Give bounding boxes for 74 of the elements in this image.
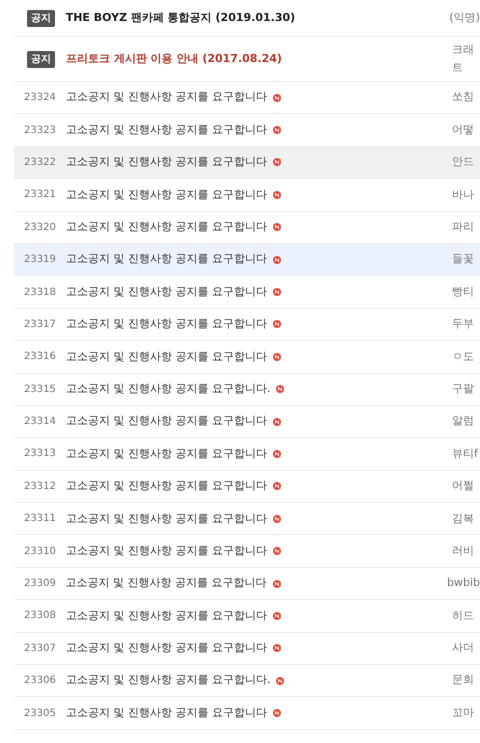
author-name: 어쩔 <box>452 478 474 494</box>
post-number: 23314 <box>23 415 57 430</box>
post-row[interactable]: 23320 고소공지 및 진행사항 공지를 요구합니다 파리 <box>14 212 480 244</box>
post-row[interactable]: 23312 고소공지 및 진행사항 공지를 요구합니다 어쩔 <box>14 470 480 504</box>
post-row[interactable]: 23307 고소공지 및 진행사항 공지를 요구합니다 사더 <box>14 632 480 666</box>
author-name: 구팔 <box>452 380 474 397</box>
post-title[interactable]: 고소공지 및 진행사항 공지를 요구합니다. <box>66 380 270 398</box>
author-name: 러비 <box>452 542 474 559</box>
post-title[interactable]: 고소공지 및 진행사항 공지를 요구합니다 <box>66 219 267 236</box>
post-title[interactable]: 고소공지 및 진행사항 공지를 요구합니다 <box>66 413 267 430</box>
post-number: 23323 <box>23 124 57 138</box>
author-name: 뷰티f <box>452 446 478 462</box>
post-number: 23315 <box>23 382 57 397</box>
post-row[interactable]: 23315 고소공지 및 진행사항 공지를 요구합니다. 구팔 <box>14 374 480 406</box>
author-name: 빵티 <box>452 284 474 300</box>
post-number: 23322 <box>23 156 57 170</box>
post-title[interactable]: 고소공지 및 진행사항 공지를 요구합니다. <box>66 672 270 689</box>
post-number: 23310 <box>23 544 57 559</box>
post-number: 23307 <box>23 642 57 656</box>
post-title[interactable]: 고소공지 및 진행사항 공지를 요구합니다 <box>66 608 267 624</box>
post-number: 23318 <box>23 286 57 300</box>
post-number: 23308 <box>23 609 57 624</box>
author-name: 파리 <box>452 219 474 235</box>
author-name: 알럼 <box>452 413 474 430</box>
post-title[interactable]: 고소공지 및 진행사항 공지를 요구합니다 <box>66 251 267 268</box>
notice-badge: 공지 <box>27 50 55 68</box>
author-name: 들꽃 <box>452 251 474 268</box>
post-number: 23313 <box>23 447 57 462</box>
author-name: 문희 <box>452 672 474 688</box>
author-name: 안드 <box>452 154 474 170</box>
author-name: 쏘침 <box>452 89 474 106</box>
author-name: 어떻 <box>452 122 474 138</box>
post-title[interactable]: 고소공지 및 진행사항 공지를 요구합니다 <box>66 89 267 106</box>
author-name: 바나 <box>452 186 474 203</box>
author-name: 두부 <box>452 316 474 332</box>
post-number: 23317 <box>23 318 57 332</box>
author-name: (익명) <box>449 10 480 26</box>
post-title[interactable]: 고소공지 및 진행사항 공지를 요구합니다 <box>66 478 267 495</box>
post-title[interactable]: 고소공지 및 진행사항 공지를 요구합니다 <box>66 704 267 722</box>
author-name: bwbib <box>447 575 480 592</box>
author-name: 히드 <box>452 608 474 624</box>
post-title[interactable]: 고소공지 및 진행사항 공지를 요구합니다 <box>66 575 267 592</box>
post-title[interactable]: 고소공지 및 진행사항 공지를 요구합니다 <box>66 186 267 204</box>
post-number: 23321 <box>23 188 57 202</box>
author-name: 김복 <box>452 510 474 527</box>
post-title[interactable]: 고소공지 및 진행사항 공지를 요구합니다 <box>66 122 267 138</box>
post-title[interactable]: 고소공지 및 진행사항 공지를 요구합니다 <box>66 640 267 657</box>
post-row[interactable]: 23317 고소공지 및 진행사항 공지를 요구합니다 두부 <box>14 308 480 342</box>
post-title[interactable]: 고소공지 및 진행사항 공지를 요구합니다 <box>66 446 267 462</box>
post-row[interactable]: 23322 고소공지 및 진행사항 공지를 요구합니다 안드 <box>14 146 480 180</box>
post-title[interactable]: 고소공지 및 진행사항 공지를 요구합니다 <box>66 510 267 528</box>
post-number: 23316 <box>23 350 57 364</box>
post-row[interactable]: 23319 고소공지 및 진행사항 공지를 요구합니다 들꽃 <box>14 244 480 276</box>
author-name: 사더 <box>452 640 474 656</box>
post-number: 23319 <box>23 253 57 268</box>
post-number: 23309 <box>23 577 57 592</box>
notice-badge: 공지 <box>26 10 55 26</box>
post-title[interactable]: 고소공지 및 진행사항 공지를 요구합니다 <box>66 316 267 333</box>
post-number: 23320 <box>23 220 57 235</box>
author-name: ㅇ도 <box>452 348 474 365</box>
post-number: 23306 <box>23 674 57 688</box>
notice-title[interactable]: 프리토크 게시판 이용 안내 (2017.08.24) <box>66 50 452 68</box>
post-title[interactable]: 고소공지 및 진행사항 공지를 요구합니다 <box>66 154 267 171</box>
post-title[interactable]: 고소공지 및 진행사항 공지를 요구합니다 <box>66 542 267 560</box>
post-number: 23311 <box>23 512 57 526</box>
notice-title[interactable]: THE BOYZ 팬카페 통합공지 (2019.01.30) <box>66 10 450 26</box>
author-name: 크래 <box>452 42 474 58</box>
post-number: 23324 <box>23 91 57 106</box>
author-name: 트 <box>452 60 464 76</box>
author-name: 꼬마 <box>452 704 474 721</box>
post-title[interactable]: 고소공지 및 진행사항 공지를 요구합니다 <box>66 348 267 366</box>
post-number: 23305 <box>23 706 57 721</box>
post-number: 23312 <box>23 480 57 494</box>
post-title[interactable]: 고소공지 및 진행사항 공지를 요구합니다 <box>66 284 267 300</box>
